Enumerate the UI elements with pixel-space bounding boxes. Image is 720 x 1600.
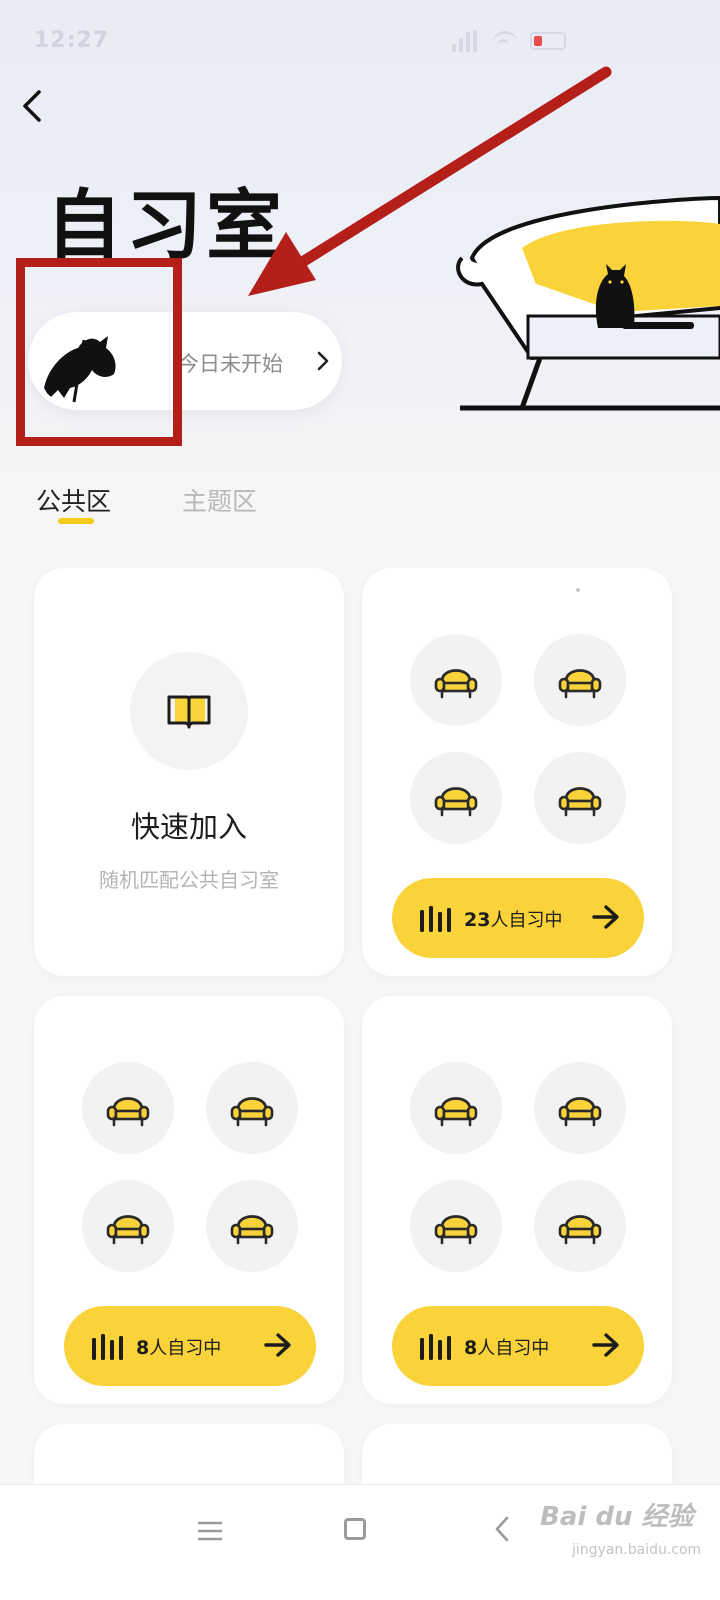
arrow-right-icon xyxy=(592,1333,619,1357)
study-room-card[interactable]: 8人自习中 xyxy=(34,996,344,1404)
signal-icon xyxy=(452,30,480,52)
armchair-icon xyxy=(558,1097,602,1127)
tab-public-zone[interactable]: 公共区 xyxy=(36,482,111,518)
room-occupancy-suffix: 人自习中 xyxy=(149,1338,222,1359)
armchair-icon xyxy=(434,1215,478,1245)
arrow-right-icon xyxy=(264,1333,291,1357)
audio-bars-icon xyxy=(420,906,451,932)
armchair-icon xyxy=(434,669,478,699)
room-occupancy-text: 8人自习中 xyxy=(136,1334,221,1360)
quick-join-card[interactable]: 快速加入 随机匹配公共自习室 xyxy=(34,568,344,976)
armchair-icon xyxy=(106,1097,150,1127)
arrow-right-icon xyxy=(592,905,619,929)
nav-back-icon[interactable] xyxy=(494,1515,510,1543)
armchair-icon xyxy=(230,1215,274,1245)
open-book-icon xyxy=(167,695,211,729)
today-status-text: 今日未开始 xyxy=(178,352,283,376)
seat-slot[interactable] xyxy=(410,1062,502,1154)
armchair-icon xyxy=(106,1215,150,1245)
watermark-url: jingyan.baidu.com xyxy=(572,1542,702,1558)
decorative-dot xyxy=(576,588,580,592)
room-occupancy-text: 8人自习中 xyxy=(464,1334,549,1360)
seat-slot[interactable] xyxy=(410,1180,502,1272)
join-room-button[interactable]: 8人自习中 xyxy=(64,1306,316,1386)
armchair-icon xyxy=(230,1097,274,1127)
annotation-arrow xyxy=(248,66,612,296)
room-occupancy-count: 8 xyxy=(136,1337,150,1359)
armchair-icon xyxy=(434,1097,478,1127)
quick-join-icon-circle xyxy=(130,652,248,770)
room-occupancy-suffix: 人自习中 xyxy=(490,910,563,931)
room-occupancy-suffix: 人自习中 xyxy=(477,1338,550,1359)
armchair-icon xyxy=(434,787,478,817)
room-occupancy-text: 23人自习中 xyxy=(464,906,562,932)
room-occupancy-count: 8 xyxy=(464,1337,478,1359)
seat-slot[interactable] xyxy=(206,1062,298,1154)
armchair-icon xyxy=(558,669,602,699)
quick-join-title: 快速加入 xyxy=(130,810,247,844)
seat-slot[interactable] xyxy=(410,752,502,844)
status-time: 12:27 xyxy=(34,28,110,53)
audio-bars-icon xyxy=(92,1334,123,1360)
wifi-icon xyxy=(492,31,518,51)
chevron-right-icon xyxy=(317,351,329,371)
armchair-icon xyxy=(558,787,602,817)
status-icons xyxy=(452,30,566,52)
menu-icon[interactable] xyxy=(196,1519,224,1543)
annotation-highlight-box xyxy=(16,258,182,446)
tab-theme-zone[interactable]: 主题区 xyxy=(182,482,257,518)
study-room-card[interactable]: 8人自习中 xyxy=(362,996,672,1404)
home-square-icon[interactable] xyxy=(344,1518,366,1540)
seat-slot[interactable] xyxy=(534,634,626,726)
seat-slot[interactable] xyxy=(206,1180,298,1272)
audio-bars-icon xyxy=(420,1334,451,1360)
chevron-left-icon xyxy=(23,90,41,122)
seat-slot[interactable] xyxy=(534,752,626,844)
join-room-button[interactable]: 8人自习中 xyxy=(392,1306,644,1386)
quick-join-subtitle: 随机匹配公共自习室 xyxy=(99,868,279,892)
seat-slot[interactable] xyxy=(82,1062,174,1154)
study-room-card[interactable]: 23人自习中 xyxy=(362,568,672,976)
seat-slot[interactable] xyxy=(534,1062,626,1154)
watermark-logo: Bai du 经验 xyxy=(540,1502,694,1532)
back-button[interactable] xyxy=(10,84,54,128)
seat-slot[interactable] xyxy=(82,1180,174,1272)
active-tab-indicator xyxy=(58,518,94,524)
battery-icon xyxy=(530,32,566,50)
join-room-button[interactable]: 23人自习中 xyxy=(392,878,644,958)
seat-slot[interactable] xyxy=(410,634,502,726)
seat-slot[interactable] xyxy=(534,1180,626,1272)
armchair-icon xyxy=(558,1215,602,1245)
room-occupancy-count: 23 xyxy=(464,909,491,931)
